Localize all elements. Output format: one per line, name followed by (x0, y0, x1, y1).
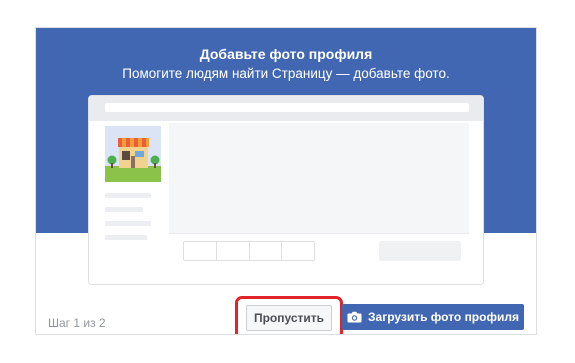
dialog-footer: Шаг 1 из 2 Пропустить Загрузить фото про… (36, 233, 536, 334)
preview-nav-line (105, 221, 151, 226)
upload-profile-photo-button[interactable]: Загрузить фото профиля (342, 304, 524, 330)
step-indicator: Шаг 1 из 2 (48, 316, 106, 330)
dialog-subtitle: Помогите людям найти Страницу — добавьте… (122, 66, 450, 81)
preview-nav-line (105, 193, 151, 198)
storefront-icon (105, 126, 161, 182)
upload-button-label: Загрузить фото профиля (368, 310, 519, 324)
preview-search-bar (105, 103, 469, 112)
preview-profile-picture (105, 126, 161, 182)
dialog-title: Добавьте фото профиля (199, 46, 373, 62)
preview-nav-line (105, 207, 143, 212)
camera-icon (347, 311, 362, 323)
preview-topbar (89, 96, 483, 121)
preview-cover-area (169, 123, 469, 233)
add-profile-photo-dialog: Добавьте фото профиля Помогите людям най… (35, 27, 537, 335)
skip-button[interactable]: Пропустить (246, 305, 332, 331)
